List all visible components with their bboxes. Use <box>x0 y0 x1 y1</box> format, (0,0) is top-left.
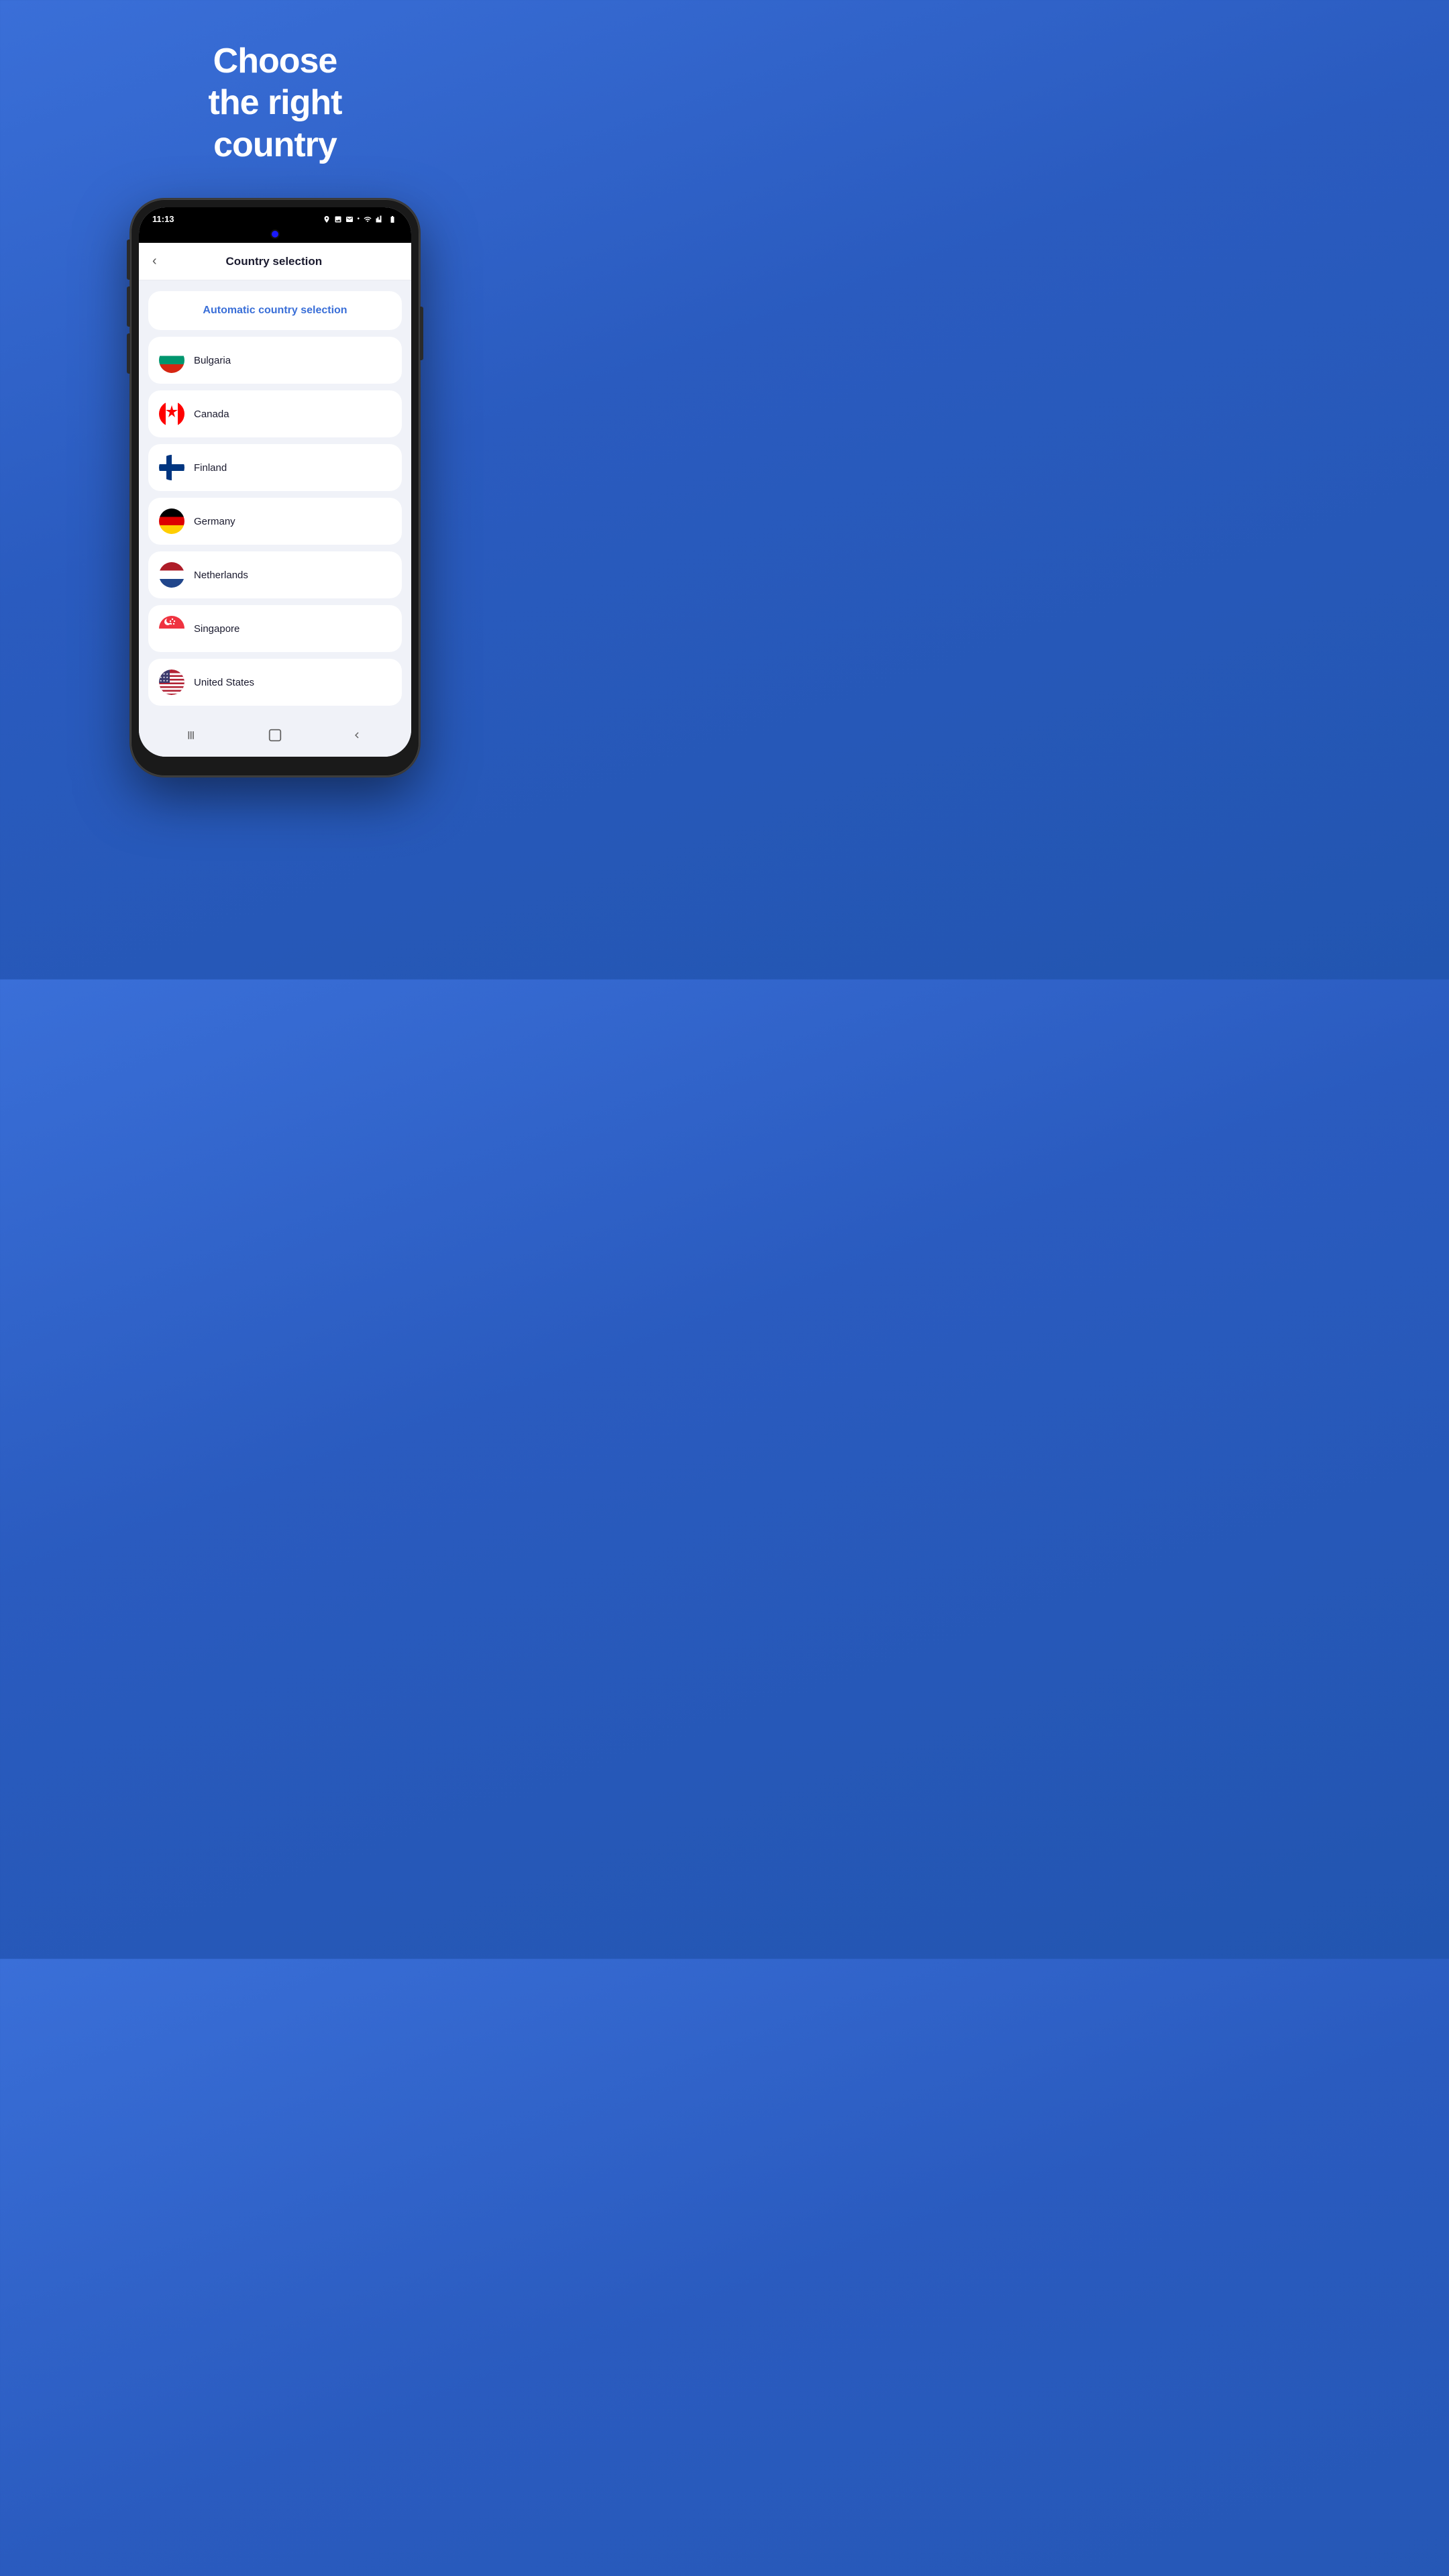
flag-bulgaria <box>159 347 184 373</box>
camera-notch <box>139 229 411 243</box>
canada-flag-svg <box>159 401 184 427</box>
flag-germany <box>159 508 184 534</box>
flag-us: ★ ★ ★ ★ ★ ★ ★ ★ ★ <box>159 669 184 695</box>
recents-icon <box>186 729 200 742</box>
country-item-us[interactable]: ★ ★ ★ ★ ★ ★ ★ ★ ★ United States <box>148 659 402 706</box>
country-name-us: United States <box>194 677 254 688</box>
country-name-singapore: Singapore <box>194 623 239 635</box>
notification-dot: • <box>357 215 360 223</box>
battery-icon <box>387 215 398 223</box>
singapore-flag-svg <box>159 616 184 641</box>
country-name-canada: Canada <box>194 409 229 420</box>
hero-title: Choosethe rightcountry <box>209 40 342 166</box>
gmail-icon <box>345 215 354 223</box>
country-name-germany: Germany <box>194 516 235 527</box>
back-nav-icon <box>351 729 363 741</box>
country-item-singapore[interactable]: Singapore <box>148 605 402 652</box>
back-nav-button[interactable] <box>347 726 366 745</box>
country-name-finland: Finland <box>194 462 227 474</box>
country-name-bulgaria: Bulgaria <box>194 355 231 366</box>
status-icons: • <box>323 215 398 223</box>
nav-bar <box>139 716 411 757</box>
phone-shell: 11:13 • ‹ Country s <box>131 199 419 776</box>
wifi-icon <box>363 215 372 223</box>
country-item-finland[interactable]: Finland <box>148 444 402 491</box>
home-icon <box>268 728 282 743</box>
status-bar: 11:13 • <box>139 207 411 229</box>
location-icon <box>323 215 331 223</box>
country-item-canada[interactable]: Canada <box>148 390 402 437</box>
signal-icon <box>376 215 384 223</box>
svg-text:★ ★ ★: ★ ★ ★ <box>160 679 168 682</box>
screen-title: Country selection <box>164 255 384 268</box>
front-camera <box>270 229 280 239</box>
hero-section: Choosethe rightcountry <box>209 40 342 199</box>
us-flag-svg: ★ ★ ★ ★ ★ ★ ★ ★ ★ <box>159 669 184 695</box>
recents-button[interactable] <box>184 726 203 745</box>
country-item-bulgaria[interactable]: Bulgaria <box>148 337 402 384</box>
finland-flag-svg <box>159 455 184 480</box>
flag-canada <box>159 401 184 427</box>
country-name-netherlands: Netherlands <box>194 570 248 581</box>
phone-screen: 11:13 • ‹ Country s <box>139 207 411 757</box>
auto-selection-card[interactable]: Automatic country selection <box>148 291 402 330</box>
flag-finland <box>159 455 184 480</box>
app-header: ‹ Country selection <box>139 243 411 280</box>
status-time: 11:13 <box>152 214 174 224</box>
flag-netherlands <box>159 562 184 588</box>
flag-singapore <box>159 616 184 641</box>
country-item-germany[interactable]: Germany <box>148 498 402 545</box>
auto-selection-label: Automatic country selection <box>203 305 347 316</box>
back-button[interactable]: ‹ <box>152 254 157 269</box>
content-area: Automatic country selection Bulgaria <box>139 280 411 716</box>
home-button[interactable] <box>266 726 284 745</box>
country-item-netherlands[interactable]: Netherlands <box>148 551 402 598</box>
gallery-icon <box>334 215 342 223</box>
